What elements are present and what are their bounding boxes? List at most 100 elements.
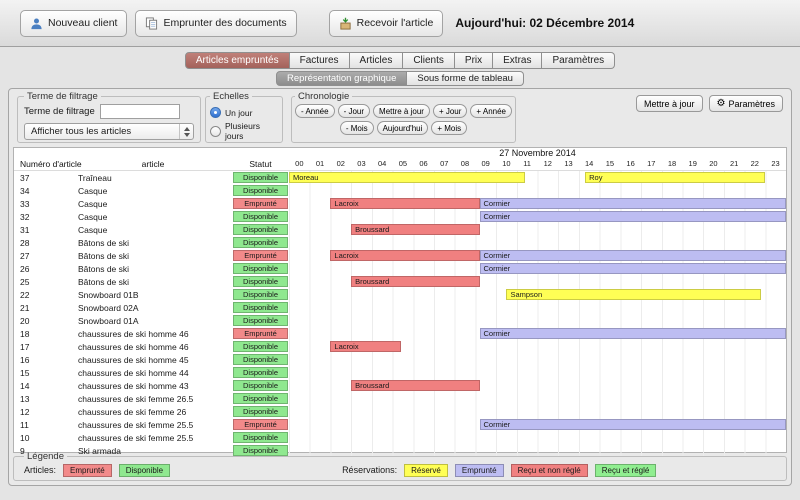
table-row: 13 chaussures de ski femme 26.5 Disponible bbox=[14, 392, 786, 405]
tab-prix[interactable]: Prix bbox=[454, 52, 494, 69]
timeline-cell bbox=[289, 431, 786, 444]
chrono-button-mettre-a-jour[interactable]: Mettre à jour bbox=[373, 104, 430, 118]
chart-rows: 37 Traîneau Disponible Moreau Roy 34 Casque Dis… bbox=[14, 171, 786, 457]
chrono-button-jour[interactable]: + Jour bbox=[432, 104, 468, 118]
legend-chip-emprunte: Emprunté bbox=[454, 463, 504, 477]
table-row: 20 Snowboard 01A Disponible bbox=[14, 314, 786, 327]
reservation-bar[interactable]: Broussard bbox=[351, 276, 480, 287]
reservation-bar[interactable]: Moreau bbox=[289, 172, 526, 183]
subtab-sous-forme-de-tableau[interactable]: Sous forme de tableau bbox=[407, 71, 524, 86]
column-header-row: Numéro d'article article Statut 00 01 02 03… bbox=[14, 159, 786, 171]
article-name: chaussures de ski homme 43 bbox=[78, 380, 189, 391]
chrono-button-mois[interactable]: - Mois bbox=[339, 121, 374, 135]
article-number: 15 bbox=[20, 367, 30, 378]
borrow-documents-label: Emprunter des documents bbox=[163, 17, 287, 29]
borrow-documents-button[interactable]: Emprunter des documents bbox=[135, 9, 297, 37]
article-number: 11 bbox=[20, 419, 29, 430]
chronology-group: Chronologie - Année - Jour Mettre à jour + … bbox=[291, 91, 516, 143]
tab-extras[interactable]: Extras bbox=[493, 52, 543, 69]
chrono-button-annee[interactable]: - Année bbox=[295, 104, 335, 118]
reservation-bar[interactable]: Sampson bbox=[506, 289, 762, 300]
tab-factures[interactable]: Factures bbox=[289, 52, 350, 69]
column-header-status: Statut bbox=[249, 159, 272, 169]
subtab-representation-graphique[interactable]: Représentation graphique bbox=[276, 71, 408, 86]
filter-input[interactable] bbox=[99, 104, 180, 119]
reservation-bar[interactable]: Cormier bbox=[479, 419, 786, 430]
timeline-cell: Lacroix Cormier bbox=[289, 249, 786, 262]
hour-label: 17 bbox=[647, 159, 656, 168]
reservation-bar[interactable]: Roy bbox=[585, 172, 766, 183]
status-cell: Disponible bbox=[232, 314, 289, 327]
update-button[interactable]: Mettre à jour bbox=[635, 95, 703, 112]
status-cell: Disponible bbox=[232, 171, 289, 184]
legend-group-articles: Articles: Emprunté Disponible bbox=[24, 463, 171, 477]
hour-label: 10 bbox=[502, 159, 511, 168]
table-row: 22 Snowboard 01B Disponible Sampson bbox=[14, 288, 786, 301]
dropdown-arrows-icon bbox=[179, 124, 193, 139]
scale-group-title: Echelles bbox=[213, 91, 249, 102]
reservation-bar[interactable]: Broussard bbox=[351, 380, 480, 391]
table-row: 25 Bâtons de ski Disponible Broussard bbox=[14, 275, 786, 288]
table-row: 28 Bâtons de ski Disponible bbox=[14, 236, 786, 249]
hour-label: 18 bbox=[667, 159, 677, 168]
timeline-cell: Cormier bbox=[289, 418, 786, 431]
table-row: 11 chaussures de ski femme 25.5 Emprunté Co… bbox=[14, 418, 786, 431]
reservation-bar[interactable]: Cormier bbox=[479, 211, 786, 222]
status-badge: Disponible bbox=[233, 237, 288, 248]
article-number: 20 bbox=[20, 315, 30, 326]
article-filter-dropdown[interactable]: Afficher tous les articles bbox=[24, 123, 194, 140]
article-number: 16 bbox=[20, 354, 30, 365]
reservation-bar[interactable]: Cormier bbox=[479, 263, 786, 274]
article-number: 37 bbox=[20, 172, 30, 183]
status-badge: Disponible bbox=[233, 393, 288, 404]
status-badge: Emprunté bbox=[233, 250, 288, 261]
receive-article-button[interactable]: Recevoir l'article bbox=[328, 9, 444, 37]
legend-chip-recu-et-regle: Reçu et réglé bbox=[594, 463, 657, 477]
chrono-button-mois[interactable]: + Mois bbox=[431, 121, 468, 135]
table-row: 14 chaussures de ski homme 43 Disponible Br… bbox=[14, 379, 786, 392]
toolbar: Nouveau client Emprunter des documents R… bbox=[0, 0, 800, 47]
chrono-button-jour[interactable]: - Jour bbox=[337, 104, 371, 118]
radio-plusieurs-jours-icon[interactable] bbox=[210, 125, 221, 137]
article-name: chaussures de ski femme 25.5 bbox=[78, 432, 194, 443]
status-cell: Disponible bbox=[232, 340, 289, 353]
reservation-bar[interactable]: Cormier bbox=[479, 250, 786, 261]
status-cell: Disponible bbox=[232, 366, 289, 379]
reservation-bar[interactable]: Broussard bbox=[351, 224, 480, 235]
reservation-bar[interactable]: Lacroix bbox=[330, 198, 480, 209]
status-badge: Emprunté bbox=[233, 198, 288, 209]
radio-option-un-jour[interactable]: Un jour bbox=[210, 107, 278, 118]
article-name: chaussures de ski homme 44 bbox=[78, 367, 189, 378]
chronology-group-title: Chronologie bbox=[298, 91, 350, 102]
radio-option-plusieurs-jours[interactable]: Plusieurs jours bbox=[210, 121, 278, 141]
tab-parametres[interactable]: Paramètres bbox=[542, 52, 616, 69]
article-name: Bâtons de ski bbox=[78, 276, 130, 287]
article-number: 18 bbox=[20, 328, 30, 339]
new-client-button[interactable]: Nouveau client bbox=[20, 9, 128, 37]
tab-articles-empruntes[interactable]: Articles empruntés bbox=[184, 52, 290, 69]
reservation-bar[interactable]: Cormier bbox=[479, 198, 786, 209]
chronology-row-1: - Année - Jour Mettre à jour + Jour + Année bbox=[295, 104, 512, 118]
receive-article-label: Recevoir l'article bbox=[356, 17, 434, 29]
legend-title: Légende bbox=[27, 451, 64, 462]
reservation-bar[interactable]: Lacroix bbox=[330, 341, 401, 352]
article-name: chaussures de ski femme 26.5 bbox=[78, 393, 194, 404]
reservation-bar[interactable]: Lacroix bbox=[330, 250, 480, 261]
chrono-button-aujourd-hui[interactable]: Aujourd'hui bbox=[376, 121, 429, 135]
status-cell: Disponible bbox=[232, 236, 289, 249]
tab-articles[interactable]: Articles bbox=[349, 52, 404, 69]
status-badge: Disponible bbox=[233, 380, 288, 391]
table-row: 32 Casque Disponible Cormier bbox=[14, 210, 786, 223]
reservation-bar[interactable]: Cormier bbox=[479, 328, 786, 339]
status-badge: Emprunté bbox=[233, 419, 288, 430]
article-name: chaussures de ski femme 25.5 bbox=[78, 419, 194, 430]
chrono-button-annee[interactable]: + Année bbox=[470, 104, 512, 118]
hour-label: 23 bbox=[771, 159, 780, 168]
status-badge: Disponible bbox=[233, 224, 288, 235]
article-number: 25 bbox=[20, 276, 30, 287]
settings-button[interactable]: ⚙ Paramètres bbox=[708, 95, 783, 112]
radio-un-jour-icon[interactable] bbox=[210, 107, 221, 118]
article-number: 22 bbox=[20, 289, 30, 300]
article-name: Casque bbox=[78, 224, 108, 235]
tab-clients[interactable]: Clients bbox=[403, 52, 455, 69]
